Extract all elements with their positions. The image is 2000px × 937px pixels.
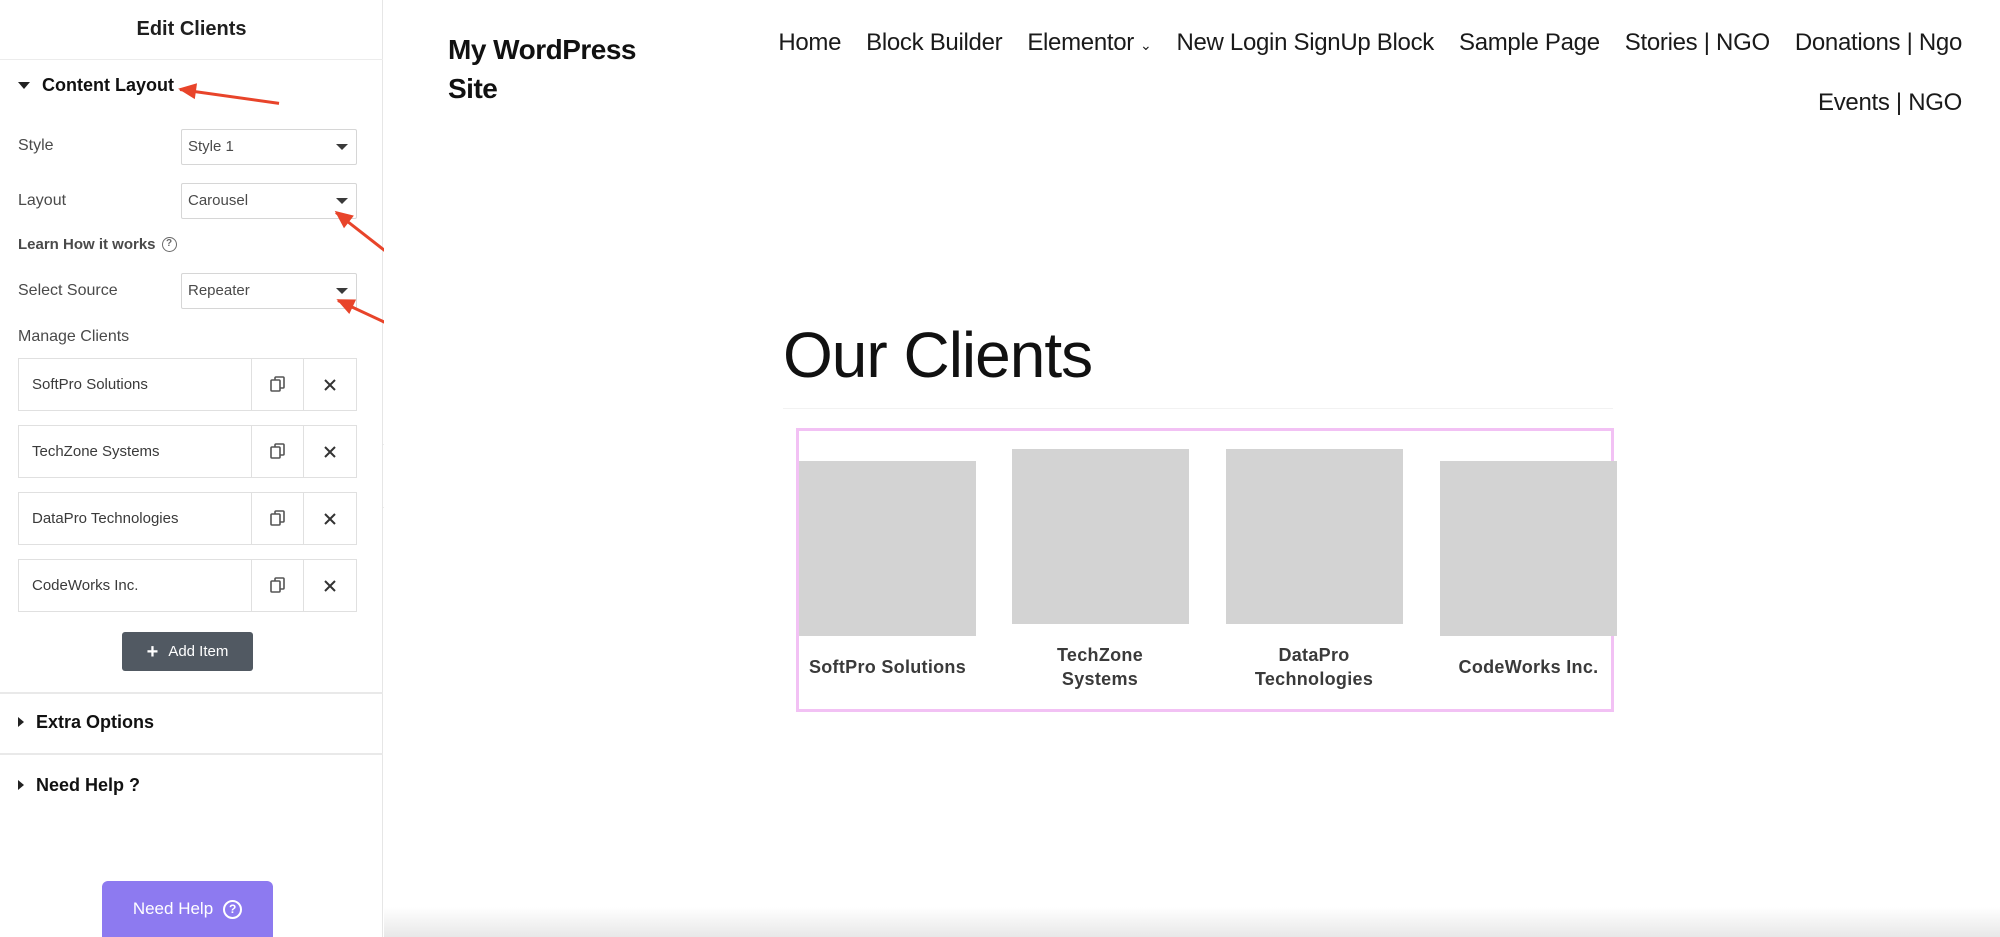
nav-label: Block Builder (866, 29, 1003, 56)
need-help-label: Need Help (132, 899, 214, 918)
client-logo-placeholder (1012, 449, 1189, 624)
add-item-label: Add Item (168, 643, 229, 660)
question-circle-icon: ? (223, 899, 243, 919)
style-select-value: Style 1 (188, 138, 234, 155)
close-icon (324, 378, 336, 391)
clients-carousel[interactable]: SoftPro Solutions TechZone Systems DataP… (796, 428, 1617, 712)
client-name: TechZone Systems (1056, 645, 1144, 689)
editor-panel: Edit Clients Content Layout Style Style … (0, 0, 403, 937)
chevron-down-icon: ⌄ (1140, 37, 1152, 53)
duplicate-button[interactable] (252, 560, 304, 611)
nav-new-login-signup-block[interactable]: New Login SignUp Block (1176, 20, 1434, 66)
remove-button[interactable] (304, 426, 356, 477)
repeater-item-label[interactable]: DataPro Technologies (19, 493, 252, 544)
copy-icon (269, 442, 285, 459)
duplicate-button[interactable] (252, 426, 304, 477)
remove-button[interactable] (304, 359, 356, 410)
repeater-item: TechZone Systems (18, 425, 357, 478)
client-logo-placeholder (1226, 449, 1403, 624)
section-content-layout-label: Content Layout (42, 74, 174, 95)
section-extra-options[interactable]: Extra Options (0, 700, 383, 744)
caret-down-icon (18, 81, 30, 89)
nav-elementor[interactable]: Elementor ⌄ (1027, 20, 1151, 66)
layout-label: Layout (18, 192, 67, 209)
site-title[interactable]: My WordPress Site (448, 30, 668, 108)
nav-label: New Login SignUp Block (1176, 29, 1434, 56)
close-icon (324, 512, 336, 525)
duplicate-button[interactable] (252, 493, 304, 544)
learn-how-label: Learn How it works (18, 236, 156, 253)
style-label: Style (18, 137, 54, 154)
repeater-item-label[interactable]: SoftPro Solutions (19, 359, 252, 410)
plus-icon: + (146, 640, 159, 663)
client-card[interactable]: TechZone Systems (1012, 449, 1189, 691)
site-preview: My WordPress Site Home Block Builder Ele… (384, 0, 2000, 937)
copy-icon (269, 509, 285, 526)
nav-label: Sample Page (1458, 29, 1600, 56)
repeater-item-label[interactable]: CodeWorks Inc. (19, 560, 252, 611)
duplicate-button[interactable] (252, 359, 304, 410)
caret-right-icon (18, 780, 24, 790)
layout-select[interactable]: Carousel (181, 183, 357, 219)
manage-clients-label: Manage Clients (18, 328, 130, 345)
repeater-item: SoftPro Solutions (18, 358, 357, 411)
need-help-button[interactable]: Need Help ? (102, 881, 273, 937)
bottom-shadow (384, 907, 2000, 937)
style-select[interactable]: Style 1 (181, 129, 357, 165)
section-divider (0, 753, 383, 755)
nav-label: Elementor (1027, 29, 1134, 56)
remove-button[interactable] (304, 560, 356, 611)
repeater-item-label[interactable]: TechZone Systems (19, 426, 252, 477)
client-card[interactable]: DataPro Technologies (1226, 449, 1403, 691)
nav-block-builder[interactable]: Block Builder (866, 20, 1002, 66)
repeater-item: CodeWorks Inc. (18, 559, 357, 612)
main-navigation: Home Block Builder Elementor ⌄ New Login … (762, 20, 1962, 124)
nav-label: Home (778, 29, 842, 56)
nav-sample-page[interactable]: Sample Page (1459, 20, 1600, 66)
learn-how-link[interactable]: Learn How it works ? (18, 236, 177, 253)
nav-home[interactable]: Home (778, 20, 841, 66)
section-heading: Our Clients (783, 319, 1093, 391)
section-need-help[interactable]: Need Help ? (0, 763, 383, 807)
close-icon (324, 445, 336, 458)
nav-stories-ngo[interactable]: Stories | NGO (1625, 20, 1770, 66)
copy-icon (269, 576, 285, 593)
client-card[interactable]: SoftPro Solutions (799, 461, 976, 679)
client-name: DataPro Technologies (1254, 645, 1374, 689)
nav-donations-ngo[interactable]: Donations | Ngo (1795, 20, 1962, 66)
layout-select-value: Carousel (188, 192, 249, 209)
nav-events-ngo[interactable]: Events | NGO (1818, 82, 1962, 124)
question-circle-icon: ? (161, 237, 177, 252)
remove-button[interactable] (304, 493, 356, 544)
source-select-value: Repeater (188, 282, 250, 299)
panel-title: Edit Clients (0, 0, 383, 60)
client-card[interactable]: CodeWorks Inc. (1440, 461, 1617, 679)
source-select[interactable]: Repeater (181, 273, 357, 309)
client-name: SoftPro Solutions (808, 657, 967, 677)
dropdown-arrow-icon (336, 198, 348, 204)
source-label: Select Source (18, 282, 118, 299)
nav-label: Donations | Ngo (1794, 29, 1962, 56)
add-item-button[interactable]: + Add Item (122, 632, 253, 671)
dropdown-arrow-icon (336, 144, 348, 150)
section-need-help-label: Need Help ? (36, 774, 141, 795)
close-icon (324, 579, 336, 592)
client-logo-placeholder (1440, 461, 1617, 636)
caret-right-icon (18, 717, 24, 727)
section-extra-options-label: Extra Options (36, 711, 155, 732)
copy-icon (269, 375, 285, 392)
client-logo-placeholder (799, 461, 976, 636)
divider (783, 408, 1613, 409)
client-name: CodeWorks Inc. (1458, 657, 1599, 677)
section-divider (0, 692, 383, 694)
nav-label: Events | NGO (1817, 89, 1962, 116)
repeater-item: DataPro Technologies (18, 492, 357, 545)
nav-label: Stories | NGO (1624, 29, 1770, 56)
